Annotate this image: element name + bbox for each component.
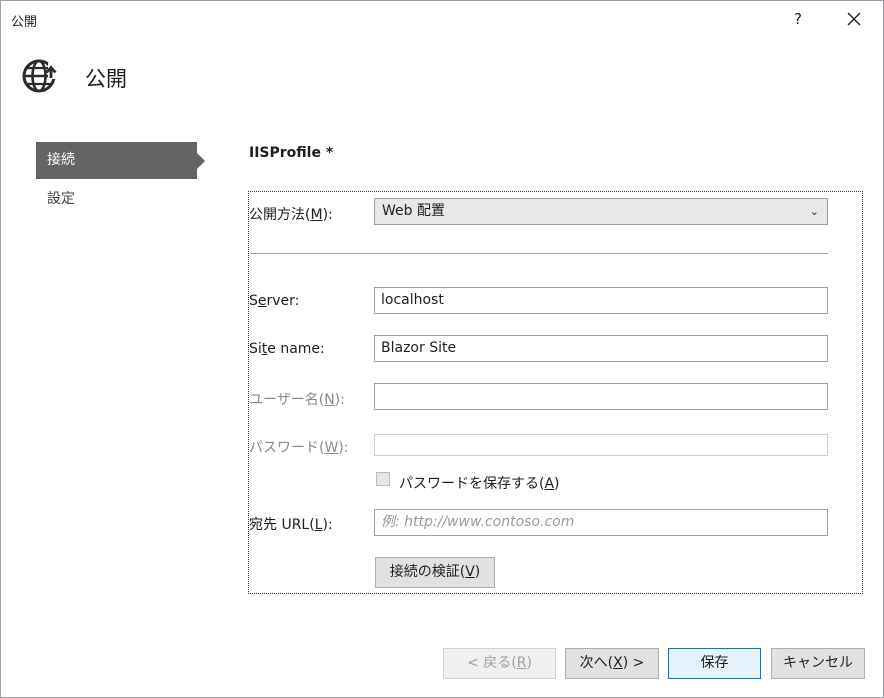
- label-text: パスワードを保存する(: [399, 476, 545, 492]
- label-text: 宛先 URL(: [249, 517, 315, 533]
- username-input[interactable]: [374, 383, 828, 410]
- nav-item-settings[interactable]: 設定: [36, 181, 211, 218]
- page-title: 公開: [85, 67, 127, 91]
- title-bar: 公開 ?: [1, 1, 883, 39]
- access-key: X: [613, 655, 623, 671]
- back-button[interactable]: < 戻る(R): [443, 648, 556, 679]
- label-text: ):: [322, 517, 333, 533]
- chevron-down-icon: ⌄: [809, 205, 819, 218]
- cancel-button[interactable]: キャンセル: [771, 648, 865, 679]
- label-text: ): [554, 476, 560, 492]
- dest-url-label: 宛先 URL(L):: [249, 514, 333, 534]
- label-text: 次へ(: [579, 655, 614, 671]
- access-key: W: [324, 440, 339, 456]
- divider: [250, 253, 828, 254]
- close-button[interactable]: [841, 5, 867, 33]
- password-input[interactable]: [374, 434, 828, 456]
- side-nav: 接続 設定: [36, 142, 211, 218]
- nav-item-connection[interactable]: 接続: [36, 142, 205, 179]
- server-input[interactable]: localhost: [374, 287, 828, 314]
- label-text: ):: [334, 392, 345, 408]
- label-text: ): [526, 655, 532, 671]
- save-button[interactable]: 保存: [668, 648, 761, 679]
- access-key: e: [257, 293, 267, 309]
- save-password-label[interactable]: パスワードを保存する(A): [399, 473, 560, 493]
- globe-publish-icon: [19, 55, 63, 97]
- access-key: A: [544, 476, 555, 492]
- label-text: Si: [249, 341, 262, 357]
- label-text: < 戻る(: [467, 655, 517, 671]
- access-key: L: [314, 517, 323, 533]
- label-text: rver:: [266, 293, 300, 309]
- label-text: S: [249, 293, 258, 309]
- label-text: 接続の検証(: [389, 564, 466, 580]
- label-text: e name:: [267, 341, 325, 357]
- dest-url-input[interactable]: 例: http://www.contoso.com: [374, 509, 828, 536]
- access-key: R: [516, 655, 527, 671]
- publish-dialog: 公開 ? 公開 接続 設定 IISProfile * 公開方法(M): Web …: [0, 0, 884, 698]
- username-label: ユーザー名(N):: [249, 389, 345, 409]
- label-text: ユーザー名(: [249, 392, 325, 408]
- password-label: パスワード(W):: [249, 437, 349, 457]
- label-text: 公開方法(: [249, 207, 311, 223]
- label-text: ) >: [622, 655, 645, 671]
- label-text: ):: [322, 207, 333, 223]
- next-button[interactable]: 次へ(X) >: [565, 648, 659, 679]
- publish-method-select[interactable]: Web 配置 ⌄: [374, 198, 828, 225]
- publish-method-value: Web 配置: [382, 203, 445, 219]
- server-label: Server:: [249, 293, 299, 309]
- access-key: M: [310, 207, 323, 223]
- access-key: N: [324, 392, 335, 408]
- profile-title: IISProfile *: [249, 145, 334, 161]
- window-title: 公開: [11, 15, 38, 30]
- help-button[interactable]: ?: [788, 7, 808, 31]
- label-text: ): [474, 564, 481, 580]
- site-name-label: Site name:: [249, 341, 325, 357]
- publish-method-label: 公開方法(M):: [249, 204, 333, 224]
- access-key: V: [465, 564, 475, 580]
- save-password-checkbox[interactable]: [376, 472, 390, 486]
- close-icon: [847, 12, 861, 26]
- validate-connection-button[interactable]: 接続の検証(V): [375, 557, 495, 588]
- label-text: パスワード(: [249, 440, 325, 456]
- site-name-input[interactable]: Blazor Site: [374, 335, 828, 362]
- label-text: ):: [338, 440, 349, 456]
